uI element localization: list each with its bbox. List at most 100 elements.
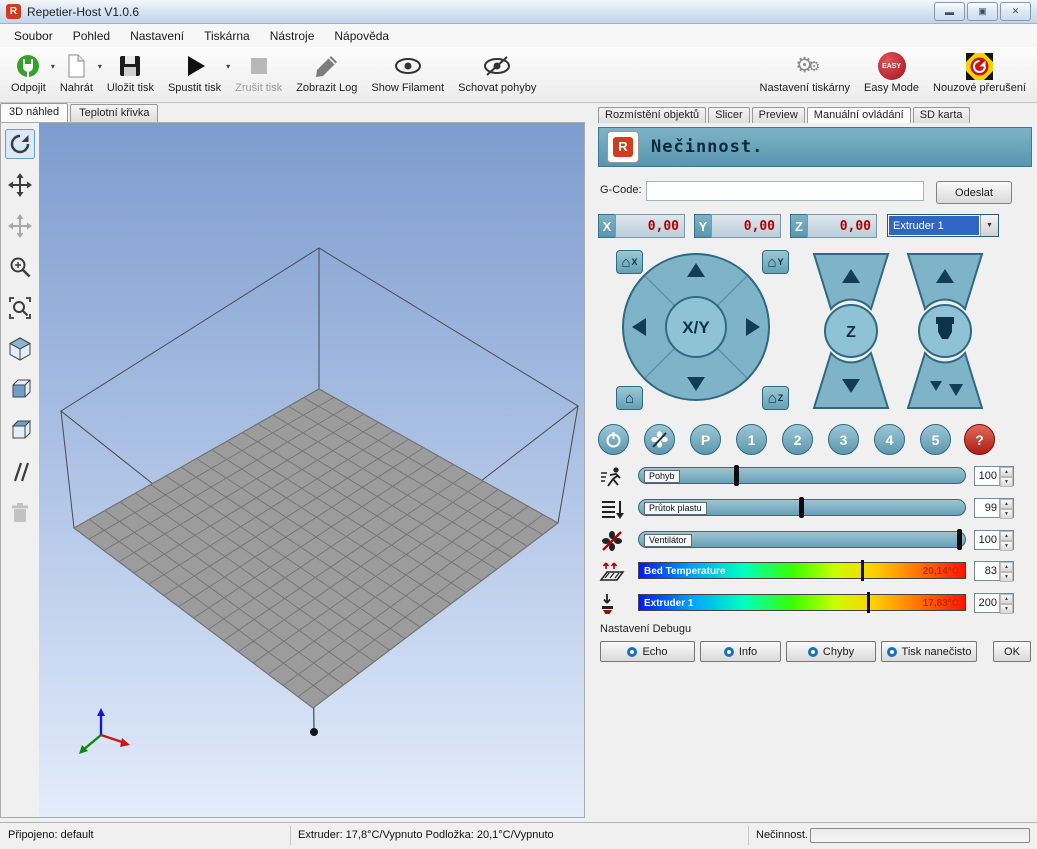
debug-ok-button[interactable]: OK: [993, 641, 1031, 662]
rotate-view-button[interactable]: [5, 129, 35, 159]
maximize-button[interactable]: ▣: [967, 2, 998, 21]
spinner-up-icon[interactable]: ▲: [1000, 531, 1013, 541]
close-button[interactable]: ✕: [1000, 2, 1031, 21]
extruder-temp-marker[interactable]: [867, 592, 870, 613]
svg-text:Z: Z: [846, 324, 856, 341]
parallel-projection-button[interactable]: [5, 457, 35, 487]
preset-4-button[interactable]: 4: [874, 424, 905, 455]
debug-echo-toggle[interactable]: Echo: [600, 641, 695, 662]
3d-viewport[interactable]: [39, 123, 584, 817]
chevron-down-icon[interactable]: ▼: [980, 215, 998, 236]
menu-soubor[interactable]: Soubor: [4, 26, 63, 46]
tab-3d-view[interactable]: 3D náhled: [0, 103, 68, 122]
emergency-stop-button[interactable]: Nouzové přerušení: [926, 51, 1033, 95]
fan-spinner[interactable]: 100 ▲▼: [974, 530, 1014, 550]
start-print-button[interactable]: ▾ Spustit tisk: [161, 51, 228, 95]
speed-slider-handle[interactable]: [734, 465, 739, 486]
spinner-up-icon[interactable]: ▲: [1000, 499, 1013, 509]
spinner-down-icon[interactable]: ▼: [1000, 541, 1013, 551]
printer-status-header: R Nečinnost.: [598, 127, 1032, 167]
menu-tiskarna[interactable]: Tiskárna: [194, 26, 260, 46]
debug-info-toggle[interactable]: Info: [700, 641, 781, 662]
speed-slider[interactable]: Pohyb: [638, 467, 966, 484]
menu-napoveda[interactable]: Nápověda: [324, 26, 399, 46]
eye-icon: [394, 52, 422, 80]
extruder-temp-spinner[interactable]: 200 ▲▼: [974, 593, 1014, 613]
menu-nastaveni[interactable]: Nastavení: [120, 26, 194, 46]
load-button[interactable]: ▾ Nahrát: [53, 51, 100, 95]
debug-dry-run-toggle[interactable]: Tisk nanečisto: [881, 641, 977, 662]
temperature-status: Extruder: 17,8°C/Vypnuto Podložka: 20,1°…: [298, 829, 554, 841]
tab-preview[interactable]: Preview: [752, 107, 805, 123]
zoom-fit-button[interactable]: [5, 293, 35, 323]
preset-5-button[interactable]: 5: [920, 424, 951, 455]
park-button[interactable]: P: [690, 424, 721, 455]
hide-travel-button[interactable]: Schovat pohyby: [451, 51, 543, 95]
send-gcode-button[interactable]: Odeslat: [936, 181, 1012, 204]
top-cube-icon: [7, 418, 33, 444]
xy-jog-pad[interactable]: X/Y: [620, 249, 772, 405]
tab-sd-card[interactable]: SD karta: [913, 107, 970, 123]
trash-icon: [8, 501, 32, 525]
minimize-button[interactable]: ▬: [934, 2, 965, 21]
isometric-view-button[interactable]: [5, 334, 35, 364]
flow-slider-handle[interactable]: [799, 497, 804, 518]
zoom-in-button[interactable]: [5, 252, 35, 282]
tab-manual-control[interactable]: Manuální ovládání: [807, 107, 911, 123]
extruder-temp-bar[interactable]: Extruder 1 17,83°C: [638, 594, 966, 611]
fan-slider-handle[interactable]: [957, 529, 962, 550]
bed-temp-marker[interactable]: [861, 560, 864, 581]
bed-temp-bar[interactable]: Bed Temperature 20,14°C: [638, 562, 966, 579]
save-print-button[interactable]: Uložit tisk: [100, 51, 161, 95]
app-icon: R: [6, 4, 21, 19]
tab-slicer[interactable]: Slicer: [708, 107, 750, 123]
top-view-button[interactable]: [5, 416, 35, 446]
left-tabs: 3D náhled Teplotní křivka: [0, 103, 160, 122]
fan-icon: [599, 529, 625, 553]
easy-mode-button[interactable]: EASY Easy Mode: [857, 51, 926, 95]
show-log-button[interactable]: Zobrazit Log: [289, 51, 364, 95]
menu-pohled[interactable]: Pohled: [63, 26, 120, 46]
spinner-up-icon[interactable]: ▲: [1000, 467, 1013, 477]
power-button[interactable]: [598, 424, 629, 455]
spinner-down-icon[interactable]: ▼: [1000, 572, 1013, 582]
gcode-input[interactable]: [646, 181, 924, 201]
printer-settings-button[interactable]: ⚙⚙ Nastavení tiskárny: [753, 51, 857, 95]
flow-slider[interactable]: Průtok plastu: [638, 499, 966, 516]
svg-text:X/Y: X/Y: [682, 318, 710, 337]
debug-errors-toggle[interactable]: Chyby: [786, 641, 876, 662]
extruder-jog-pad[interactable]: [903, 251, 987, 411]
spinner-down-icon[interactable]: ▼: [1000, 604, 1013, 614]
tab-temperature-curve[interactable]: Teplotní křivka: [70, 104, 158, 122]
spinner-up-icon[interactable]: ▲: [1000, 562, 1013, 572]
fan-off-button[interactable]: [644, 424, 675, 455]
power-icon: [605, 431, 622, 448]
status-bar: Připojeno: default Extruder: 17,8°C/Vypn…: [0, 822, 1037, 849]
z-jog-pad[interactable]: Z: [809, 251, 893, 411]
x-coord-label: X: [598, 214, 616, 238]
flow-spinner[interactable]: 99 ▲▼: [974, 498, 1014, 518]
spinner-up-icon[interactable]: ▲: [1000, 594, 1013, 604]
extruder-select[interactable]: Extruder 1 ▼: [887, 214, 999, 237]
stop-icon: [246, 52, 272, 80]
menu-nastroje[interactable]: Nástroje: [260, 26, 325, 46]
front-view-button[interactable]: [5, 375, 35, 405]
move-view-button[interactable]: [5, 170, 35, 200]
extruder-temp-icon: [599, 592, 625, 616]
disconnect-button[interactable]: ▾ Odpojit: [4, 51, 53, 95]
preset-3-button[interactable]: 3: [828, 424, 859, 455]
help-button[interactable]: ?: [964, 424, 995, 455]
x-coord-value: 0,00: [615, 214, 685, 238]
spinner-down-icon[interactable]: ▼: [1000, 477, 1013, 487]
rotate-icon: [8, 132, 32, 156]
bed-temp-spinner[interactable]: 83 ▲▼: [974, 561, 1014, 581]
extruder-extrude-button[interactable]: [908, 353, 982, 408]
printer-status-text: Nečinnost.: [651, 137, 763, 157]
tab-object-placement[interactable]: Rozmístění objektů: [598, 107, 706, 123]
preset-2-button[interactable]: 2: [782, 424, 813, 455]
spinner-down-icon[interactable]: ▼: [1000, 509, 1013, 519]
show-filament-button[interactable]: Show Filament: [364, 51, 451, 95]
speed-spinner[interactable]: 100 ▲▼: [974, 466, 1014, 486]
preset-1-button[interactable]: 1: [736, 424, 767, 455]
fan-slider[interactable]: Ventilátor: [638, 531, 966, 548]
